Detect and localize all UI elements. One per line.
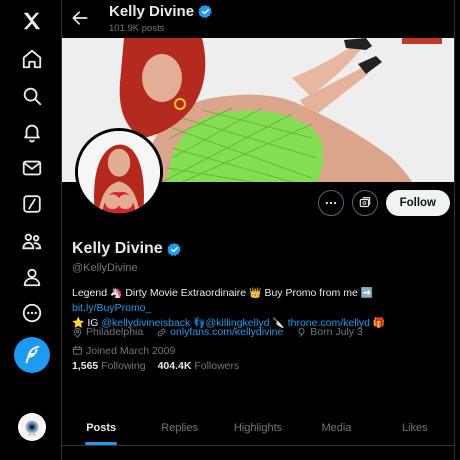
tab-media[interactable]: Media (297, 410, 375, 445)
birthday-text: Born July 3 (310, 326, 363, 338)
arrow-right-icon: ➡️ (360, 288, 374, 299)
follow-button[interactable]: Follow (385, 190, 450, 216)
messages-icon[interactable] (19, 155, 45, 181)
more-options-button[interactable] (317, 190, 344, 216)
more-icon[interactable] (19, 300, 45, 326)
header-title: Kelly Divine (109, 3, 195, 20)
tab-likes[interactable]: Likes (376, 410, 454, 445)
location-pin-icon (73, 327, 82, 338)
followers-label: Followers (194, 360, 240, 372)
location-item: Philadelphia (72, 324, 143, 340)
x-logo-icon[interactable] (19, 8, 45, 34)
joined-text: Joined March 2009 (86, 344, 176, 357)
bio-text: Legend (72, 287, 108, 299)
bio-text: Buy Promo from me (264, 287, 358, 299)
grok-icon[interactable] (19, 191, 45, 217)
unicorn-icon: 🦄 (109, 288, 123, 299)
profile-meta: Philadelphia onlyfans.com/kellydivine Bo… (72, 324, 452, 361)
profile-actions: Follow (317, 190, 450, 216)
crown-icon: 👑 (249, 288, 262, 299)
following-stat[interactable]: 1,565 Following (72, 360, 146, 372)
verified-badge-icon[interactable] (167, 242, 182, 257)
followers-count: 404.4K (157, 360, 192, 372)
post-count: 101.9K posts (109, 23, 165, 34)
followers-stat[interactable]: 404.4K Followers (158, 360, 240, 372)
tab-replies[interactable]: Replies (140, 410, 218, 445)
follow-stats: 1,565 Following 404.4K Followers (72, 360, 239, 372)
home-icon[interactable] (19, 46, 45, 72)
following-count: 1,565 (72, 360, 99, 372)
bio-text: Dirty Movie Extraordinaire (125, 287, 247, 299)
following-label: Following (101, 360, 146, 372)
birthday-item: Born July 3 (296, 324, 363, 340)
profile-avatar[interactable] (75, 128, 163, 216)
joined-item: Joined March 2009 (72, 343, 175, 359)
profile-name: Kelly Divine (72, 240, 163, 257)
website-item[interactable]: onlyfans.com/kellydivine (156, 324, 283, 340)
link-icon (157, 328, 166, 336)
website-link[interactable]: onlyfans.com/kellydivine (170, 324, 283, 340)
profile-name-row: Kelly Divine (72, 240, 182, 258)
balloon-icon (298, 327, 305, 337)
verified-badge-icon (198, 4, 212, 18)
notifications-icon[interactable] (19, 119, 45, 145)
more-dots-icon (325, 201, 336, 205)
location-text: Philadelphia (86, 326, 144, 338)
column-divider (454, 0, 460, 460)
profile-handle: @KellyDivine (72, 262, 138, 274)
calendar-icon (73, 345, 82, 355)
feather-icon (25, 345, 40, 364)
tab-posts[interactable]: Posts (62, 410, 140, 445)
bio-link-buypromo[interactable]: bit.ly/BuyPromo_ (72, 302, 151, 314)
profile-header-bar: Kelly Divine 101.9K posts (62, 0, 454, 38)
profile-icon[interactable] (19, 264, 45, 290)
left-nav (0, 0, 62, 460)
bio-line-1: Legend 🦄 Dirty Movie Extraordinaire 👑 Bu… (72, 286, 452, 316)
header-title-row: Kelly Divine (109, 3, 213, 20)
search-icon[interactable] (19, 83, 45, 109)
notification-bell-plus-icon (359, 197, 370, 208)
profile-column: Kelly Divine 101.9K posts Follow Kelly D… (62, 0, 454, 460)
profile-tabs: Posts Replies Highlights Media Likes (62, 410, 454, 446)
subscribe-button[interactable] (351, 190, 378, 216)
compose-post-button[interactable] (14, 337, 50, 373)
account-avatar[interactable] (18, 413, 46, 441)
back-arrow-icon[interactable] (70, 8, 90, 28)
communities-icon[interactable] (19, 228, 45, 254)
tab-highlights[interactable]: Highlights (219, 410, 297, 445)
